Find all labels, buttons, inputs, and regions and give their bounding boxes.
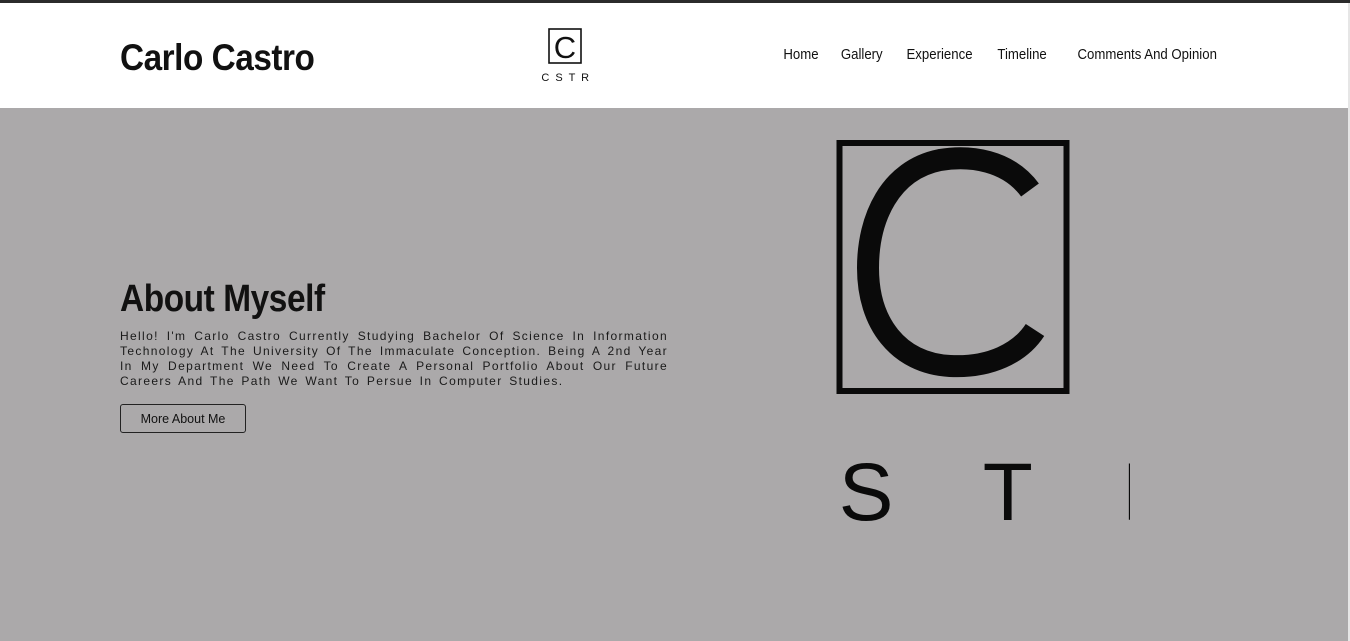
nav-experience[interactable]: Experience — [907, 46, 973, 63]
nav-gallery[interactable]: Gallery — [841, 46, 883, 63]
header-logo-wordmark: C S T R — [541, 72, 590, 84]
site-name-link[interactable]: Carlo Castro — [120, 37, 315, 79]
site-header: Carlo Castro C C S T R Home Gallery Expe… — [0, 3, 1348, 108]
hero-description: Hello! I'm Carlo Castro Currently Studyi… — [120, 329, 668, 388]
nav-timeline[interactable]: Timeline — [998, 46, 1047, 63]
hero-section: About Myself Hello! I'm Carlo Castro Cur… — [0, 108, 1348, 641]
nav-comments-and-opinion[interactable]: Comments And Opinion — [1077, 46, 1216, 63]
nav-home[interactable]: Home — [783, 46, 818, 63]
more-about-me-button[interactable]: More About Me — [120, 404, 246, 433]
cstr-logo-large-icon: C S T R — [780, 138, 1130, 528]
main-nav: Home Gallery Experience Timeline Comment… — [781, 46, 1226, 63]
header-logo-letter: C — [554, 30, 576, 65]
hero-logo-wordmark: C S T R — [780, 447, 1130, 528]
cstr-logo-icon[interactable]: C C S T R — [540, 28, 592, 86]
hero-title: About Myself — [120, 278, 325, 320]
